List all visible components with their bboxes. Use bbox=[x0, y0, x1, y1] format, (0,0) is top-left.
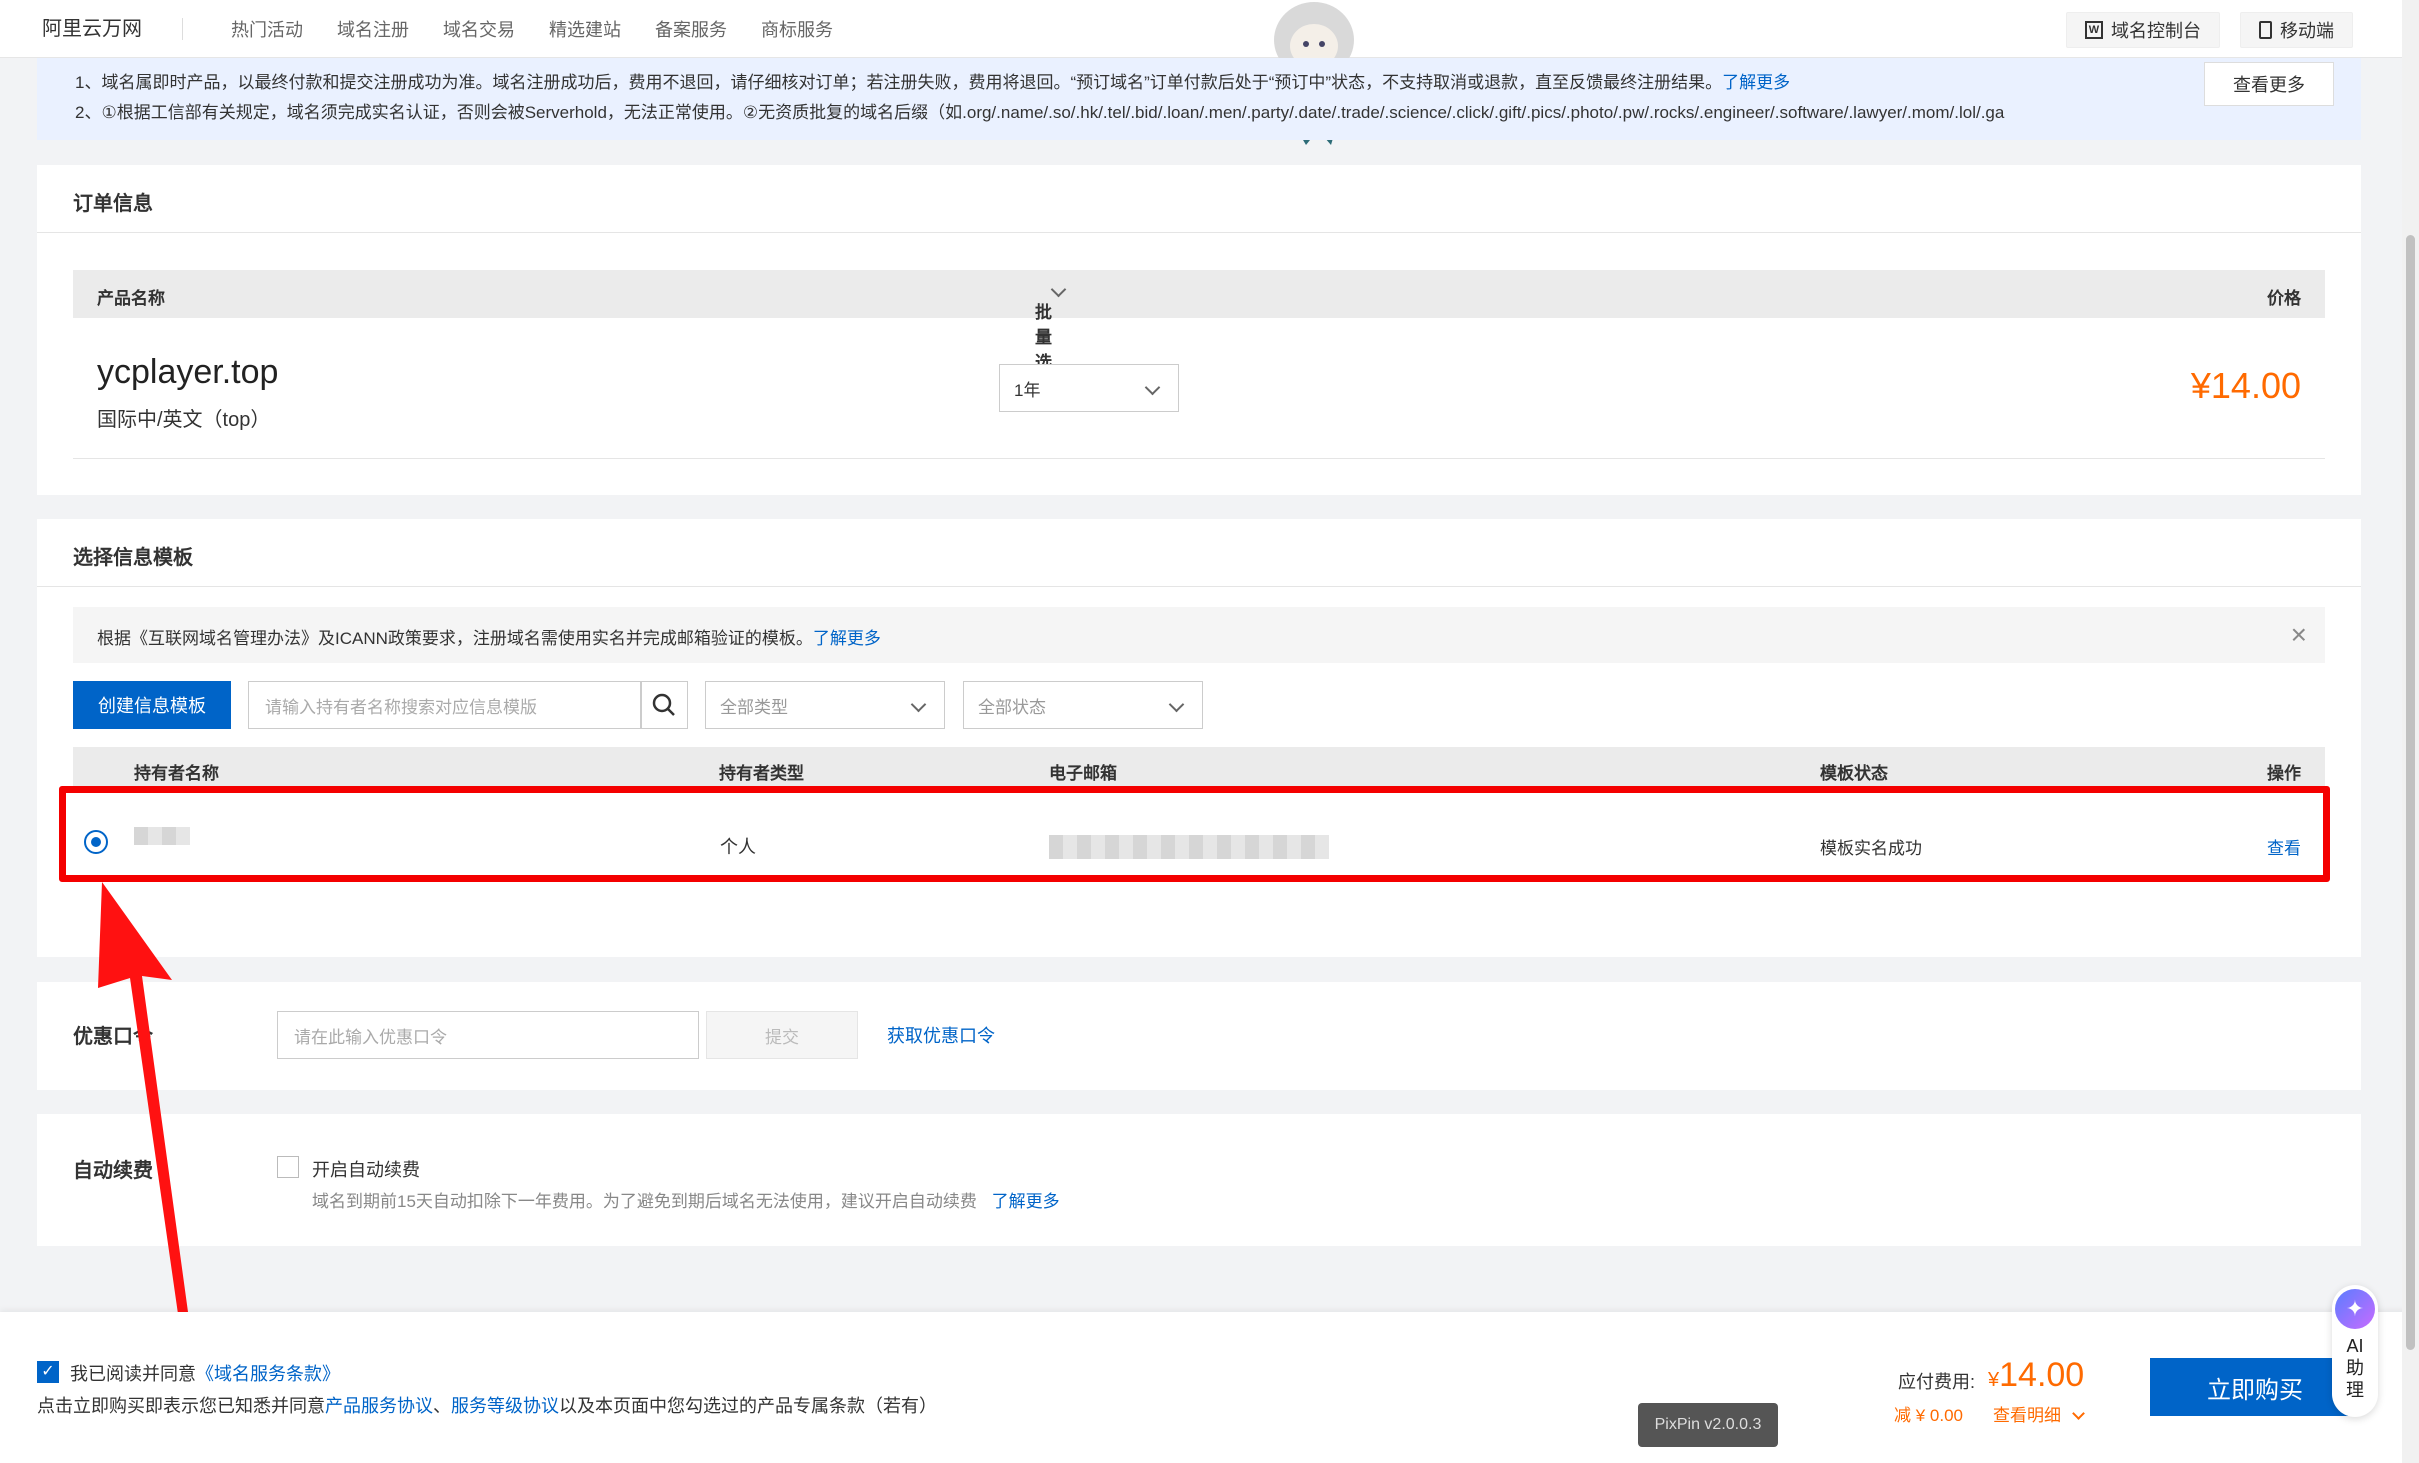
col-product: 产品名称 bbox=[97, 289, 165, 308]
payable-total: ¥14.00 bbox=[1988, 1356, 2084, 1395]
status-filter-select[interactable]: 全部状态 bbox=[963, 681, 1203, 729]
view-more-button[interactable]: 查看更多 bbox=[2204, 62, 2334, 106]
template-learn-more[interactable]: 了解更多 bbox=[813, 629, 881, 648]
mobile-button[interactable]: 移动端 bbox=[2240, 12, 2353, 48]
order-table-header: 产品名称 批量选择... 价格 bbox=[73, 270, 2325, 397]
auto-renew-checkbox[interactable] bbox=[277, 1156, 299, 1178]
purchase-notice: 点击立即购买即表示您已知悉并同意产品服务协议、服务等级协议以及本页面中您勾选过的… bbox=[37, 1392, 937, 1418]
order-card: 订单信息 产品名称 批量选择... 价格 ycplayer.top 国际中/英文… bbox=[37, 165, 2361, 495]
divider bbox=[37, 232, 2361, 233]
search-placeholder: 请输入持有者名称搜索对应信息模版 bbox=[265, 697, 537, 717]
agree-checkbox[interactable]: ✓ bbox=[37, 1361, 59, 1383]
divider bbox=[37, 586, 2361, 587]
order-price: ¥14.00 bbox=[2190, 365, 2301, 406]
coupon-placeholder: 请在此输入优惠口令 bbox=[294, 1027, 447, 1047]
template-tip-text: 根据《互联网域名管理办法》及ICANN政策要求，注册域名需使用实名并完成邮箱验证… bbox=[97, 629, 813, 648]
domain-name: ycplayer.top bbox=[97, 353, 279, 391]
coupon-input[interactable]: 请在此输入优惠口令 bbox=[277, 1011, 699, 1059]
sparkle-icon: ✦ bbox=[2335, 1289, 2375, 1329]
notice-suffix: 以及本页面中您勾选过的产品专属条款（若有） bbox=[559, 1396, 937, 1416]
notice-banner: 1、域名属即时产品，以最终付款和提交注册成功为准。域名注册成功后，费用不退回，请… bbox=[37, 58, 2361, 140]
nav-link-trademark[interactable]: 商标服务 bbox=[761, 16, 833, 42]
period-select[interactable]: 1年 bbox=[999, 364, 1179, 412]
auto-renew-learn-more[interactable]: 了解更多 bbox=[992, 1192, 1060, 1211]
type-filter-select[interactable]: 全部类型 bbox=[705, 681, 945, 729]
payable-amount: 14.00 bbox=[1999, 1356, 2085, 1394]
notice-learn-more[interactable]: 了解更多 bbox=[1722, 73, 1790, 92]
separator: 、 bbox=[433, 1396, 451, 1416]
notice-prefix: 点击立即购买即表示您已知悉并同意 bbox=[37, 1396, 325, 1416]
nav-link-register[interactable]: 域名注册 bbox=[337, 16, 409, 42]
col-batch[interactable]: 批量选择... bbox=[1035, 281, 1067, 397]
red-arrow-annotation bbox=[98, 882, 188, 1314]
search-icon bbox=[652, 693, 675, 716]
chevron-down-icon bbox=[1050, 281, 1067, 298]
nav-link-icp[interactable]: 备案服务 bbox=[655, 16, 727, 42]
create-template-button[interactable]: 创建信息模板 bbox=[73, 681, 231, 729]
template-card: 选择信息模板 根据《互联网域名管理办法》及ICANN政策要求，注册域名需使用实名… bbox=[37, 519, 2361, 957]
status-filter-value: 全部状态 bbox=[978, 697, 1046, 717]
nav-link-hot[interactable]: 热门活动 bbox=[231, 16, 303, 42]
template-title: 选择信息模板 bbox=[73, 547, 193, 569]
col-holder-type: 持有者类型 bbox=[719, 764, 804, 783]
terms-link[interactable]: 《域名服务条款》 bbox=[196, 1364, 340, 1384]
search-button[interactable] bbox=[640, 681, 688, 729]
holder-search-input[interactable]: 请输入持有者名称搜索对应信息模版 bbox=[248, 681, 642, 729]
pixpin-badge: PixPin v2.0.0.3 bbox=[1638, 1403, 1778, 1447]
col-holder: 持有者名称 bbox=[134, 764, 219, 783]
highlight-box bbox=[59, 786, 2330, 882]
auto-renew-option: 开启自动续费 bbox=[312, 1160, 420, 1180]
auto-renew-desc-text: 域名到期前15天自动扣除下一年费用。为了避免到期后域名无法使用，建议开启自动续费 bbox=[312, 1192, 977, 1211]
buy-now-button[interactable]: 立即购买 bbox=[2150, 1358, 2360, 1416]
console-icon: W bbox=[2085, 21, 2103, 39]
scrollbar[interactable] bbox=[2402, 0, 2419, 1463]
notice-line-1: 1、域名属即时产品，以最终付款和提交注册成功为准。域名注册成功后，费用不退回，请… bbox=[75, 73, 1791, 92]
view-detail-label: 查看明细 bbox=[1993, 1406, 2061, 1425]
sla-link[interactable]: 服务等级协议 bbox=[451, 1396, 559, 1416]
brand-logo[interactable]: 阿里云万网 bbox=[42, 17, 183, 40]
col-status: 模板状态 bbox=[1820, 764, 1888, 783]
domain-type: 国际中/英文（top） bbox=[97, 409, 271, 431]
template-table-header: 持有者名称 持有者类型 电子邮箱 模板状态 操作 bbox=[73, 747, 2325, 789]
col-price: 价格 bbox=[2267, 289, 2301, 308]
chevron-down-icon bbox=[910, 696, 927, 713]
phone-icon bbox=[2259, 21, 2272, 39]
agree-prefix: 我已阅读并同意 bbox=[70, 1364, 196, 1384]
coupon-card: 优惠口令 请在此输入优惠口令 提交 获取优惠口令 bbox=[37, 982, 2361, 1090]
ai-assistant-widget[interactable]: ✦ AI助理 bbox=[2332, 1285, 2378, 1417]
divider bbox=[73, 458, 2325, 459]
period-value: 1年 bbox=[1014, 380, 1041, 400]
col-action: 操作 bbox=[2267, 764, 2301, 783]
top-nav: 阿里云万网 热门活动 域名注册 域名交易 精选建站 备案服务 商标服务 W 域名… bbox=[0, 0, 2419, 58]
ai-assistant-label: AI助理 bbox=[2346, 1336, 2364, 1400]
payable-currency: ¥ bbox=[1988, 1369, 2000, 1391]
nav-link-site[interactable]: 精选建站 bbox=[549, 16, 621, 42]
console-label: 域名控制台 bbox=[2111, 21, 2201, 41]
view-detail-link[interactable]: 查看明细 bbox=[1993, 1401, 2085, 1426]
close-icon[interactable]: × bbox=[2291, 619, 2307, 651]
payable-label: 应付费用: bbox=[1898, 1372, 1976, 1392]
chevron-down-icon bbox=[1144, 379, 1161, 396]
type-filter-value: 全部类型 bbox=[720, 697, 788, 717]
coupon-submit-button[interactable]: 提交 bbox=[706, 1011, 858, 1059]
renew-card: 自动续费 开启自动续费 域名到期前15天自动扣除下一年费用。为了避免到期后域名无… bbox=[37, 1114, 2361, 1246]
mobile-label: 移动端 bbox=[2280, 21, 2334, 41]
checkout-bar: ✓ 我已阅读并同意《域名服务条款》 点击立即购买即表示您已知悉并同意产品服务协议… bbox=[0, 1312, 2419, 1463]
chevron-down-icon bbox=[1168, 696, 1185, 713]
auto-renew-desc: 域名到期前15天自动扣除下一年费用。为了避免到期后域名无法使用，建议开启自动续费… bbox=[312, 1187, 1060, 1212]
nav-links: 热门活动 域名注册 域名交易 精选建站 备案服务 商标服务 bbox=[197, 16, 833, 42]
notice-line-2: 2、①根据工信部有关规定，域名须完成实名认证，否则会被Serverhold，无法… bbox=[75, 103, 2005, 122]
agree-text: 我已阅读并同意《域名服务条款》 bbox=[70, 1360, 340, 1386]
order-title: 订单信息 bbox=[73, 193, 153, 215]
nav-link-trade[interactable]: 域名交易 bbox=[443, 16, 515, 42]
console-button[interactable]: W 域名控制台 bbox=[2066, 12, 2220, 48]
discount-amount: 减 ¥ 0.00 bbox=[1894, 1406, 1963, 1425]
get-coupon-link[interactable]: 获取优惠口令 bbox=[887, 1022, 995, 1048]
service-agreement-link[interactable]: 产品服务协议 bbox=[325, 1396, 433, 1416]
chevron-down-icon bbox=[2071, 1407, 2085, 1420]
template-tip: 根据《互联网域名管理办法》及ICANN政策要求，注册域名需使用实名并完成邮箱验证… bbox=[73, 607, 2325, 663]
scrollbar-thumb[interactable] bbox=[2406, 235, 2415, 1350]
col-email: 电子邮箱 bbox=[1049, 764, 1117, 783]
